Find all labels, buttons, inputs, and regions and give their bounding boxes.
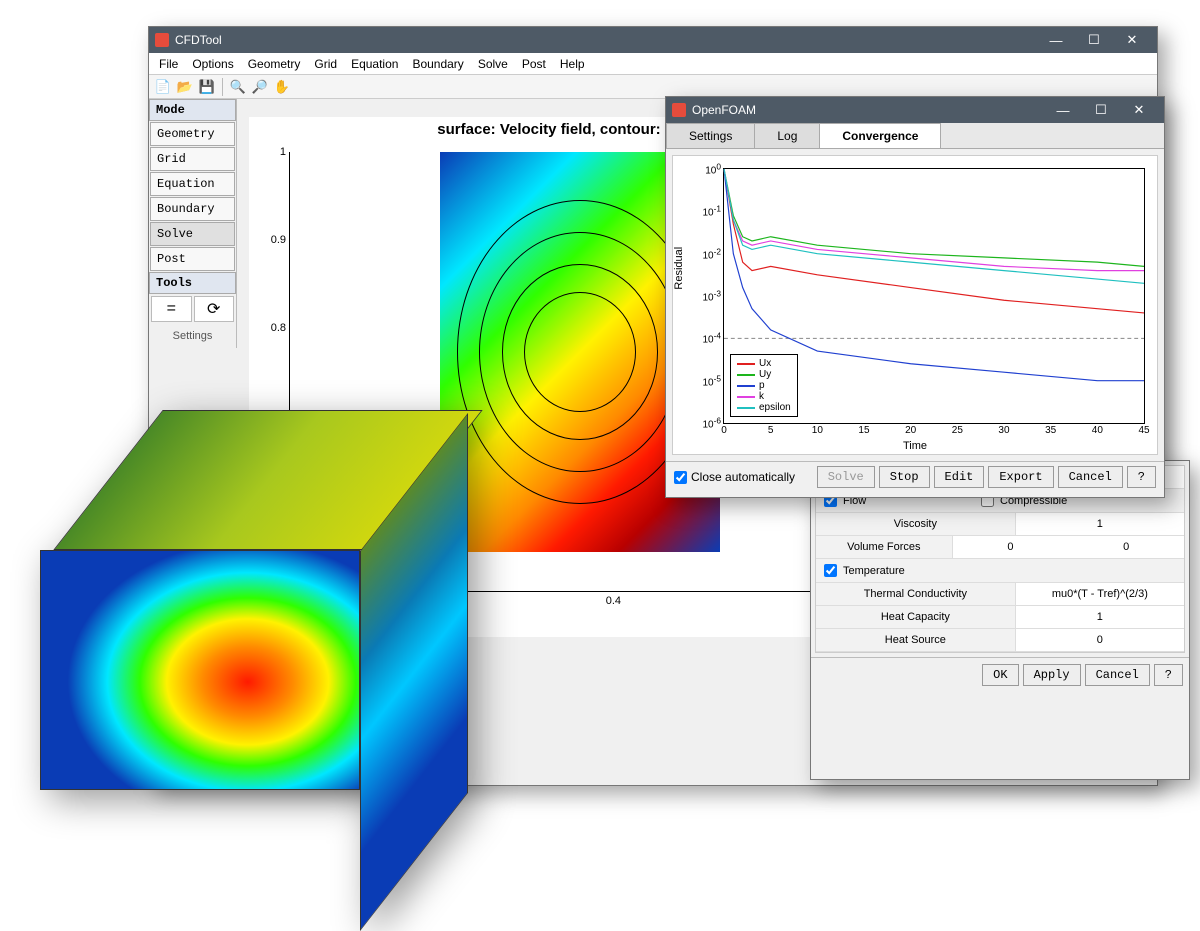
tabs: Settings Log Convergence bbox=[666, 123, 1164, 149]
menu-equation[interactable]: Equation bbox=[345, 55, 404, 73]
save-icon[interactable]: 💾 bbox=[197, 77, 217, 97]
legend: UxUypkepsilon bbox=[730, 354, 798, 417]
xlabel: Time bbox=[903, 440, 927, 452]
cancel-button[interactable]: Cancel bbox=[1085, 664, 1150, 686]
app-icon bbox=[672, 103, 686, 117]
new-icon[interactable]: 📄 bbox=[153, 77, 173, 97]
minimize-button[interactable]: — bbox=[1037, 27, 1075, 53]
open-icon[interactable]: 📂 bbox=[175, 77, 195, 97]
menu-file[interactable]: File bbox=[153, 55, 184, 73]
heatcap-label: Heat Capacity bbox=[816, 606, 1016, 628]
menu-solve[interactable]: Solve bbox=[472, 55, 514, 73]
menu-options[interactable]: Options bbox=[186, 55, 239, 73]
help-button[interactable]: ? bbox=[1154, 664, 1183, 686]
maximize-button[interactable]: ☐ bbox=[1082, 97, 1120, 123]
ylabel: Residual bbox=[673, 247, 685, 290]
menu-post[interactable]: Post bbox=[516, 55, 552, 73]
ytick: 0.8 bbox=[271, 322, 290, 334]
restart-tool-icon[interactable]: ⟳ bbox=[194, 296, 235, 322]
solve-button[interactable]: Solve bbox=[817, 466, 875, 488]
viscosity-label: Viscosity bbox=[816, 513, 1016, 535]
tab-settings[interactable]: Settings bbox=[666, 123, 755, 148]
stop-button[interactable]: Stop bbox=[879, 466, 930, 488]
pan-icon[interactable]: ✋ bbox=[272, 77, 292, 97]
equation-properties-window: Density1.225 Flow Compressible Viscosity… bbox=[810, 460, 1190, 780]
thermcond-field[interactable]: mu0*(T - Tref)^(2/3) bbox=[1016, 583, 1184, 605]
window-title: CFDTool bbox=[175, 33, 1037, 47]
ytick: 1 bbox=[280, 146, 290, 158]
export-button[interactable]: Export bbox=[988, 466, 1053, 488]
help-button[interactable]: ? bbox=[1127, 466, 1156, 488]
temperature-label: Temperature bbox=[843, 565, 905, 577]
mode-panel: Mode Geometry Grid Equation Boundary Sol… bbox=[149, 99, 237, 348]
zoom-out-icon[interactable]: 🔎 bbox=[250, 77, 270, 97]
convergence-chart[interactable]: Residual Time 10010-110-210-310-410-510-… bbox=[672, 155, 1158, 455]
mode-equation[interactable]: Equation bbox=[150, 172, 235, 196]
app-icon bbox=[155, 33, 169, 47]
menu-boundary[interactable]: Boundary bbox=[406, 55, 469, 73]
openfoam-window: OpenFOAM — ☐ ✕ Settings Log Convergence … bbox=[665, 96, 1165, 498]
close-button[interactable]: ✕ bbox=[1120, 97, 1158, 123]
volforces-field-2[interactable]: 0 bbox=[1068, 536, 1184, 558]
thermcond-label: Thermal Conductivity bbox=[816, 583, 1016, 605]
cube-3d-visualization bbox=[40, 410, 470, 810]
titlebar[interactable]: OpenFOAM — ☐ ✕ bbox=[666, 97, 1164, 123]
maximize-button[interactable]: ☐ bbox=[1075, 27, 1113, 53]
tab-log[interactable]: Log bbox=[754, 123, 820, 148]
menu-help[interactable]: Help bbox=[554, 55, 591, 73]
minimize-button[interactable]: — bbox=[1044, 97, 1082, 123]
close-auto-checkbox[interactable] bbox=[674, 471, 687, 484]
chart-axes: 10010-110-210-310-410-510-6 051015202530… bbox=[723, 168, 1145, 424]
volforces-label: Volume Forces bbox=[816, 536, 953, 558]
viscosity-field[interactable]: 1 bbox=[1016, 513, 1184, 535]
solve-tool-icon[interactable]: = bbox=[151, 296, 192, 322]
menu-grid[interactable]: Grid bbox=[308, 55, 343, 73]
heatsrc-field[interactable]: 0 bbox=[1016, 629, 1184, 651]
menu-geometry[interactable]: Geometry bbox=[242, 55, 307, 73]
heatsrc-label: Heat Source bbox=[816, 629, 1016, 651]
xtick: 0.4 bbox=[606, 591, 621, 607]
mode-grid[interactable]: Grid bbox=[150, 147, 235, 171]
volforces-field-1[interactable]: 0 bbox=[953, 536, 1069, 558]
menubar: File Options Geometry Grid Equation Boun… bbox=[149, 53, 1157, 75]
window-title: OpenFOAM bbox=[692, 103, 1044, 117]
cancel-button[interactable]: Cancel bbox=[1058, 466, 1123, 488]
tools-header: Tools bbox=[149, 272, 236, 294]
close-button[interactable]: ✕ bbox=[1113, 27, 1151, 53]
mode-post[interactable]: Post bbox=[150, 247, 235, 271]
cube-front-face bbox=[40, 550, 360, 790]
tab-convergence[interactable]: Convergence bbox=[819, 123, 941, 148]
edit-button[interactable]: Edit bbox=[934, 466, 985, 488]
close-auto-label: Close automatically bbox=[691, 470, 795, 484]
mode-solve[interactable]: Solve bbox=[150, 222, 235, 246]
apply-button[interactable]: Apply bbox=[1023, 664, 1081, 686]
mode-geometry[interactable]: Geometry bbox=[150, 122, 235, 146]
settings-link[interactable]: Settings bbox=[149, 324, 236, 348]
temperature-checkbox[interactable] bbox=[824, 564, 837, 577]
heatcap-field[interactable]: 1 bbox=[1016, 606, 1184, 628]
ytick: 0.9 bbox=[271, 234, 290, 246]
titlebar[interactable]: CFDTool — ☐ ✕ bbox=[149, 27, 1157, 53]
mode-boundary[interactable]: Boundary bbox=[150, 197, 235, 221]
mode-header: Mode bbox=[149, 99, 236, 121]
ok-button[interactable]: OK bbox=[982, 664, 1018, 686]
zoom-in-icon[interactable]: 🔍 bbox=[228, 77, 248, 97]
